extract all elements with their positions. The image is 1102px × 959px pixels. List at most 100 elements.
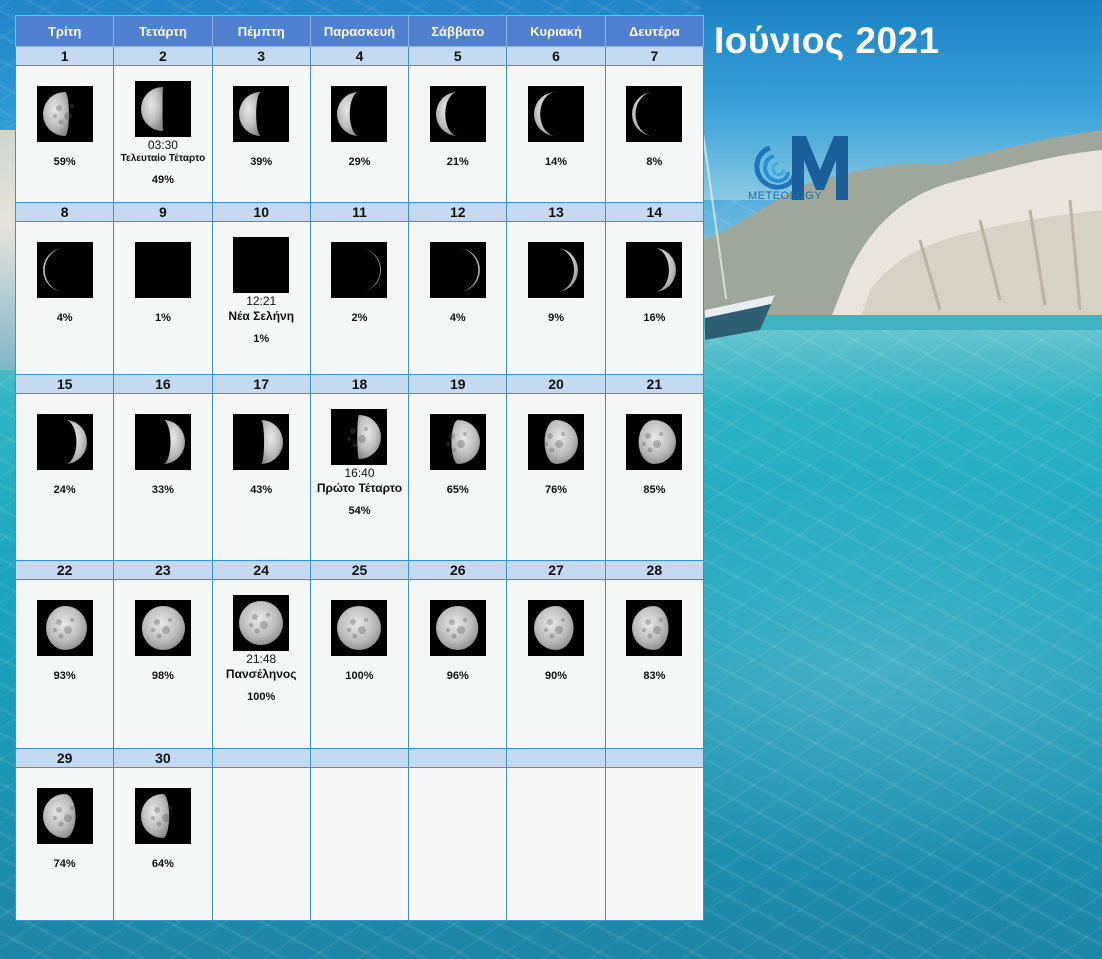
day-cell: 98%	[113, 579, 213, 749]
empty-day-cell	[604, 767, 705, 921]
illumination-percent: 24%	[53, 484, 76, 496]
illumination-percent: 1%	[253, 333, 270, 345]
day-number: 16	[113, 374, 213, 394]
month-title: Ιούνιος 2021	[714, 20, 940, 61]
moon-phase-icon	[626, 414, 683, 470]
moon-phase-icon	[528, 242, 585, 298]
phase-time: 12:21	[246, 294, 277, 308]
day-number: 13	[506, 202, 606, 222]
logo-text: METEOLOGY	[748, 190, 823, 202]
moon-phase-icon	[233, 595, 290, 651]
day-cell: 9%	[506, 221, 606, 375]
day-cell: 90%	[506, 579, 606, 749]
day-cell: 12:21 Νέα Σελήνη 1%	[211, 221, 311, 375]
moon-phase-icon	[331, 242, 388, 298]
day-number: 28	[604, 560, 705, 580]
day-number	[309, 748, 410, 768]
moon-phase-icon	[36, 242, 93, 298]
moon-phase-icon	[429, 414, 486, 470]
moon-phase-icon	[528, 86, 585, 142]
illumination-percent: 43%	[250, 484, 273, 496]
moon-phase-icon	[134, 414, 191, 470]
day-number	[211, 748, 311, 768]
day-number: 15	[14, 374, 115, 394]
day-number: 8	[14, 202, 115, 222]
moon-phase-row: 74% 64%	[14, 767, 705, 921]
moon-phase-icon	[36, 788, 93, 844]
illumination-percent: 98%	[151, 670, 174, 682]
day-number: 5	[408, 46, 508, 66]
day-cell: 93%	[14, 579, 115, 749]
illumination-percent: 90%	[545, 670, 568, 682]
day-number-row: 22 23 24 25 26 27 28	[14, 560, 705, 580]
day-cell: 03:30 Τελευταίο Τέταρτο 49%	[113, 65, 213, 203]
illumination-percent: 54%	[348, 505, 371, 517]
illumination-percent: 93%	[53, 670, 76, 682]
day-number	[506, 748, 606, 768]
day-cell: 43%	[211, 393, 311, 561]
day-cell: 21:48 Πανσέληνος 100%	[211, 579, 311, 749]
day-number: 24	[211, 560, 311, 580]
day-number: 18	[309, 374, 410, 394]
illumination-percent: 4%	[56, 312, 73, 324]
day-number: 27	[506, 560, 606, 580]
day-number: 25	[309, 560, 410, 580]
illumination-percent: 8%	[646, 156, 663, 168]
illumination-percent: 85%	[643, 484, 666, 496]
day-number: 1	[14, 46, 115, 66]
day-number: 6	[506, 46, 606, 66]
illumination-percent: 14%	[545, 156, 568, 168]
moon-phase-icon	[626, 86, 683, 142]
moon-phase-icon	[233, 237, 290, 293]
phase-time: 21:48	[246, 652, 277, 666]
illumination-percent: 49%	[151, 174, 174, 186]
phase-event: Νέα Σελήνη	[228, 309, 295, 323]
day-number: 26	[408, 560, 508, 580]
day-number: 14	[604, 202, 705, 222]
day-cell: 64%	[113, 767, 213, 921]
moon-phase-icon	[233, 86, 290, 142]
day-number: 30	[113, 748, 213, 768]
day-number-row: 29 30	[14, 748, 705, 768]
day-cell: 100%	[309, 579, 410, 749]
illumination-percent: 21%	[446, 156, 469, 168]
phase-event: Πρώτο Τέταρτο	[316, 481, 403, 495]
moon-phase-icon	[429, 86, 486, 142]
day-number: 7	[604, 46, 705, 66]
weekday-header: Παρασκευή	[309, 15, 410, 47]
weekday-header: Τρίτη	[14, 15, 115, 47]
day-number	[408, 748, 508, 768]
empty-day-cell	[309, 767, 410, 921]
day-number-row: 8 9 10 11 12 13 14	[14, 202, 705, 222]
illumination-percent: 9%	[548, 312, 564, 324]
boat	[705, 295, 775, 340]
moon-phase-icon	[331, 600, 388, 656]
moon-phase-icon	[233, 414, 290, 470]
illumination-percent: 96%	[446, 670, 469, 682]
empty-day-cell	[408, 767, 508, 921]
phase-event: Τελευταίο Τέταρτο	[120, 153, 206, 164]
illumination-percent: 83%	[643, 670, 666, 682]
weekday-header: Πέμπτη	[211, 15, 311, 47]
weekday-header: Τετάρτη	[113, 15, 213, 47]
moon-phase-icon	[331, 86, 388, 142]
empty-day-cell	[211, 767, 311, 921]
day-number: 17	[211, 374, 311, 394]
day-cell: 83%	[604, 579, 705, 749]
moon-phase-row: 59% 03:30 Τελευταίο Τέταρτο 49% 39% 29% 21% 14%…	[14, 65, 705, 203]
moon-phase-icon	[134, 242, 191, 298]
day-number	[604, 748, 705, 768]
weekday-header: Κυριακή	[506, 15, 606, 47]
weekday-header: Σάββατο	[408, 15, 508, 47]
day-number: 22	[14, 560, 115, 580]
day-cell: 16:40 Πρώτο Τέταρτο 54%	[309, 393, 410, 561]
day-number: 20	[506, 374, 606, 394]
illumination-percent: 33%	[151, 484, 174, 496]
moon-phase-icon	[134, 600, 191, 656]
moon-phase-icon	[331, 409, 388, 465]
moon-phase-icon	[528, 414, 585, 470]
illumination-percent: 74%	[53, 858, 76, 870]
day-number: 23	[113, 560, 213, 580]
day-number: 10	[211, 202, 311, 222]
moon-phase-row: 93% 98% 21:48 Πανσέληνος 100% 100% 96% 90% 83%	[14, 579, 705, 749]
